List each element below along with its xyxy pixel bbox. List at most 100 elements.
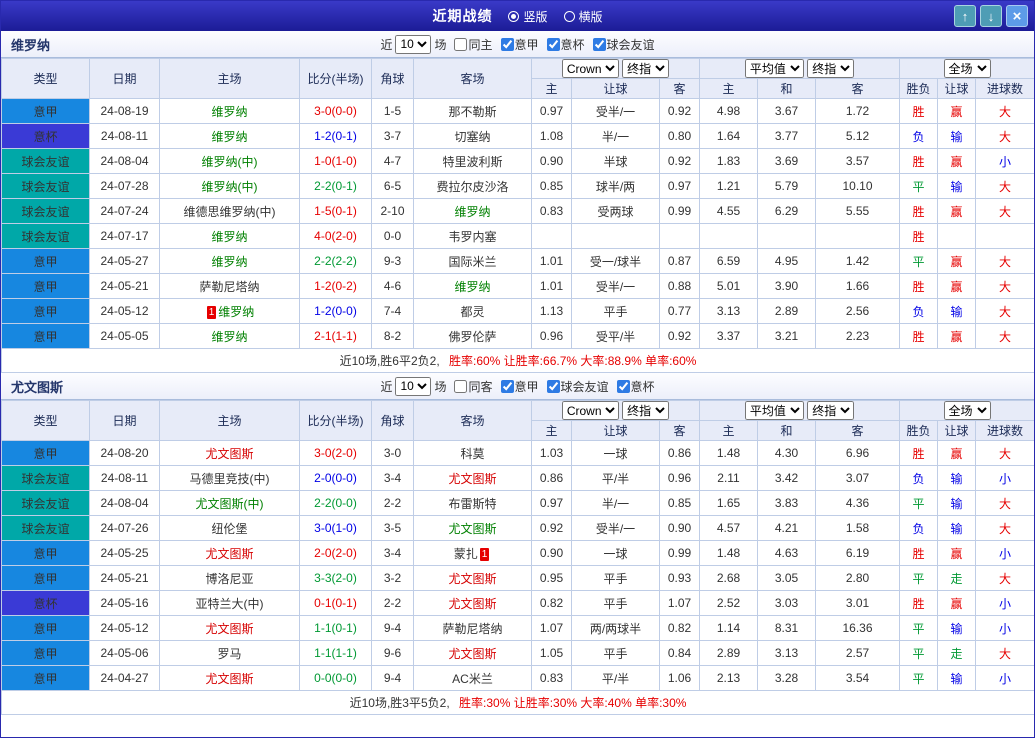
away-team-cell[interactable]: 国际米兰 [413, 248, 532, 274]
home-team-cell[interactable]: 维德思维罗纳(中) [159, 198, 300, 224]
match-count-select[interactable]: 10 [395, 376, 432, 396]
home-team-cell[interactable]: 维罗纳 [159, 98, 300, 124]
score-cell: 1-0(1-0) [299, 148, 372, 174]
filter-league-1[interactable]: 意甲 [496, 378, 539, 395]
ah-home-odds: 0.90 [531, 148, 572, 174]
filter-same-venue[interactable]: 同主 [449, 36, 493, 53]
filter-same-venue-checkbox[interactable] [454, 37, 468, 51]
filter-league-3-checkbox[interactable] [592, 37, 606, 51]
away-team-cell[interactable]: 尤文图斯 [413, 565, 532, 591]
away-team-cell[interactable]: 切塞纳 [413, 123, 532, 149]
home-team-cell[interactable]: 尤文图斯(中) [159, 490, 300, 516]
filter-league-2[interactable]: 球会友谊 [542, 378, 609, 395]
home-team-cell[interactable]: 尤文图斯 [159, 440, 300, 466]
eu-away-odds: 6.19 [814, 540, 901, 566]
scope-select[interactable]: 全场 [943, 401, 991, 420]
away-team-name: 都灵 [460, 304, 485, 319]
home-team-cell[interactable]: 维罗纳 [159, 223, 300, 249]
home-team-name: 维罗纳(中) [201, 154, 258, 169]
ah-away-odds [659, 223, 700, 249]
home-team-name: 马德里竞技(中) [189, 471, 270, 486]
eu-away-odds: 16.36 [814, 615, 901, 641]
match-date: 24-08-11 [89, 465, 160, 491]
layout-radio-vertical[interactable]: 竖版 [508, 8, 548, 25]
away-team-cell[interactable]: 尤文图斯 [413, 590, 532, 616]
away-team-cell[interactable]: 都灵 [413, 298, 532, 324]
filter-same-venue[interactable]: 同客 [449, 378, 493, 395]
home-team-cell[interactable]: 纽伦堡 [159, 515, 300, 541]
away-team-cell[interactable]: 维罗纳 [413, 198, 532, 224]
eu-draw-odds: 5.79 [757, 173, 816, 199]
filter-league-3-checkbox[interactable] [616, 379, 630, 393]
home-team-cell[interactable]: 维罗纳 [159, 123, 300, 149]
euro-avg-select[interactable]: 平均值 [744, 401, 804, 420]
home-team-cell[interactable]: 萨勒尼塔纳 [159, 273, 300, 299]
home-team-cell[interactable]: 尤文图斯 [159, 665, 300, 691]
match-row: 意杯 24-05-16 亚特兰大(中) 0-1(0-1) 2-2 尤文图斯 0.… [1, 590, 1034, 616]
bookmaker-select[interactable]: Crown [561, 59, 619, 78]
move-up-button[interactable]: ↑ [954, 5, 976, 27]
home-team-cell[interactable]: 亚特兰大(中) [159, 590, 300, 616]
home-team-cell[interactable]: 维罗纳 [159, 248, 300, 274]
ah-stage-select[interactable]: 终指 [622, 401, 670, 420]
col-header-eu-home: 主 [699, 78, 758, 99]
match-count-select[interactable]: 10 [395, 34, 432, 54]
home-team-cell[interactable]: 马德里竞技(中) [159, 465, 300, 491]
ah-line: 受半/一 [571, 273, 660, 299]
result-cell: 负 [899, 298, 939, 324]
away-team-cell[interactable]: 尤文图斯 [413, 640, 532, 666]
away-team-cell[interactable]: AC米兰 [413, 665, 532, 691]
home-team-cell[interactable]: 维罗纳(中) [159, 173, 300, 199]
euro-stage-select[interactable]: 终指 [807, 401, 855, 420]
away-team-cell[interactable]: 维罗纳 [413, 273, 532, 299]
match-date: 24-07-17 [89, 223, 160, 249]
radio-unselected-icon [563, 10, 575, 22]
away-team-cell[interactable]: 布雷斯特 [413, 490, 532, 516]
home-team-name: 亚特兰大(中) [195, 596, 264, 611]
filter-league-3[interactable]: 球会友谊 [588, 36, 655, 53]
filter-same-venue-checkbox[interactable] [454, 379, 468, 393]
scope-select[interactable]: 全场 [943, 59, 991, 78]
filter-league-2-checkbox[interactable] [546, 37, 560, 51]
home-team-cell[interactable]: 尤文图斯 [159, 615, 300, 641]
close-button[interactable]: × [1006, 5, 1028, 27]
score-cell: 1-1(1-1) [299, 640, 372, 666]
away-team-cell[interactable]: 那不勒斯 [413, 98, 532, 124]
filter-league-1-checkbox[interactable] [500, 379, 514, 393]
home-team-cell[interactable]: 维罗纳 [159, 323, 300, 349]
home-team-name: 维罗纳 [211, 129, 248, 144]
home-team-name: 维罗纳 [211, 229, 248, 244]
filter-label: 同客 [468, 379, 493, 394]
filter-league-2[interactable]: 意杯 [542, 36, 585, 53]
home-team-cell[interactable]: 尤文图斯 [159, 540, 300, 566]
competition-badge: 球会友谊 [1, 148, 90, 174]
col-header-goals: 进球数 [975, 78, 1034, 99]
away-team-cell[interactable]: 科莫 [413, 440, 532, 466]
home-team-cell[interactable]: 维罗纳(中) [159, 148, 300, 174]
filter-league-2-checkbox[interactable] [546, 379, 560, 393]
away-team-cell[interactable]: 尤文图斯 [413, 515, 532, 541]
away-team-cell[interactable]: 韦罗内塞 [413, 223, 532, 249]
filter-league-3[interactable]: 意杯 [612, 378, 655, 395]
home-team-cell[interactable]: 罗马 [159, 640, 300, 666]
away-team-cell[interactable]: 萨勒尼塔纳 [413, 615, 532, 641]
away-team-cell[interactable]: 尤文图斯 [413, 465, 532, 491]
team-name: 维罗纳 [11, 37, 51, 53]
layout-radio-horizontal[interactable]: 横版 [563, 8, 603, 25]
away-team-cell[interactable]: 佛罗伦萨 [413, 323, 532, 349]
match-date: 24-08-11 [89, 123, 160, 149]
titlebar: 近期战绩 竖版 横版 ↑ ↓ × [1, 1, 1034, 31]
away-team-cell[interactable]: 特里波利斯 [413, 148, 532, 174]
home-team-cell[interactable]: 博洛尼亚 [159, 565, 300, 591]
away-team-cell[interactable]: 蒙扎 1 [413, 540, 532, 566]
euro-stage-select[interactable]: 终指 [807, 59, 855, 78]
filter-league-1-checkbox[interactable] [500, 37, 514, 51]
euro-avg-select[interactable]: 平均值 [744, 59, 804, 78]
home-team-cell[interactable]: 1 维罗纳 [159, 298, 300, 324]
bookmaker-select[interactable]: Crown [561, 401, 619, 420]
move-down-button[interactable]: ↓ [980, 5, 1002, 27]
away-team-cell[interactable]: 费拉尔皮沙洛 [413, 173, 532, 199]
ah-home-odds: 0.97 [531, 490, 572, 516]
ah-stage-select[interactable]: 终指 [622, 59, 670, 78]
filter-league-1[interactable]: 意甲 [496, 36, 539, 53]
